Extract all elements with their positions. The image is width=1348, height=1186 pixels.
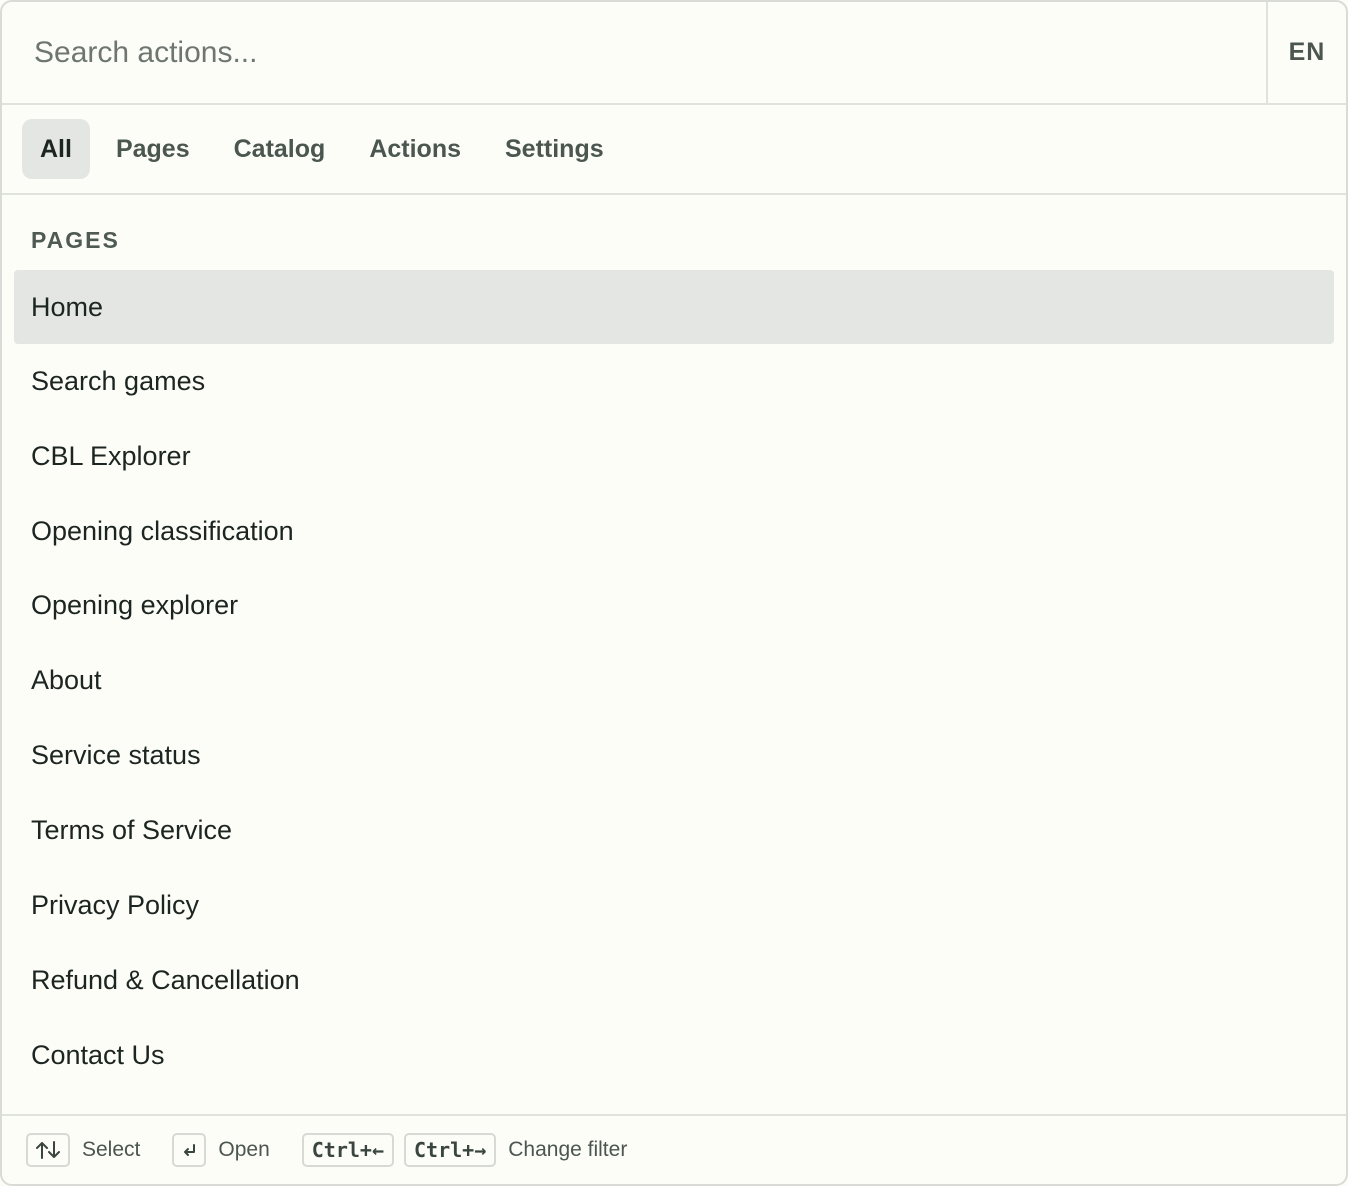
list-item-service-status[interactable]: Service status xyxy=(14,718,1334,792)
section-title: PAGES xyxy=(31,227,120,253)
command-palette: EN All Pages Catalog Actions Settings PA… xyxy=(0,0,1348,1186)
list-item-refund-cancellation[interactable]: Refund & Cancellation xyxy=(14,943,1334,1017)
enter-icon-glyph xyxy=(184,1144,196,1156)
tab-settings[interactable]: Settings xyxy=(487,119,622,179)
list-item-search-games[interactable]: Search games xyxy=(14,344,1334,418)
up-down-arrows-icon-glyph xyxy=(36,1141,60,1159)
change-filter-hint: Change filter xyxy=(508,1138,628,1161)
list-item-terms-of-service[interactable]: Terms of Service xyxy=(14,793,1334,867)
tab-catalog[interactable]: Catalog xyxy=(216,119,344,179)
enter-icon xyxy=(172,1133,207,1167)
list-item-opening-classification[interactable]: Opening classification xyxy=(14,494,1334,568)
up-down-arrows-icon xyxy=(26,1133,70,1167)
list-item-opening-explorer[interactable]: Opening explorer xyxy=(14,568,1334,642)
ctrl-left-key: Ctrl+← xyxy=(301,1133,394,1167)
filter-tabs: All Pages Catalog Actions Settings xyxy=(2,105,1346,195)
list-item-cbl-explorer[interactable]: CBL Explorer xyxy=(14,419,1334,493)
search-row: EN xyxy=(2,2,1346,105)
keyboard-hints-footer: Select Open Ctrl+← Ctrl+→ Change filter xyxy=(2,1114,1346,1184)
tab-pages[interactable]: Pages xyxy=(98,119,208,179)
tab-all[interactable]: All xyxy=(22,119,90,179)
ctrl-right-key: Ctrl+→ xyxy=(404,1133,497,1167)
list-item-about[interactable]: About xyxy=(14,643,1334,717)
tab-actions[interactable]: Actions xyxy=(351,119,479,179)
select-hint: Select xyxy=(82,1138,141,1161)
search-input[interactable] xyxy=(2,2,1266,103)
list-item-home[interactable]: Home xyxy=(14,270,1334,344)
language-button[interactable]: EN xyxy=(1266,2,1346,103)
list-item-privacy-policy[interactable]: Privacy Policy xyxy=(14,868,1334,942)
open-hint: Open xyxy=(218,1138,270,1161)
results-list: PAGES Home Search games CBL Explorer Ope… xyxy=(14,195,1334,1114)
list-item-contact-us[interactable]: Contact Us xyxy=(14,1018,1334,1092)
